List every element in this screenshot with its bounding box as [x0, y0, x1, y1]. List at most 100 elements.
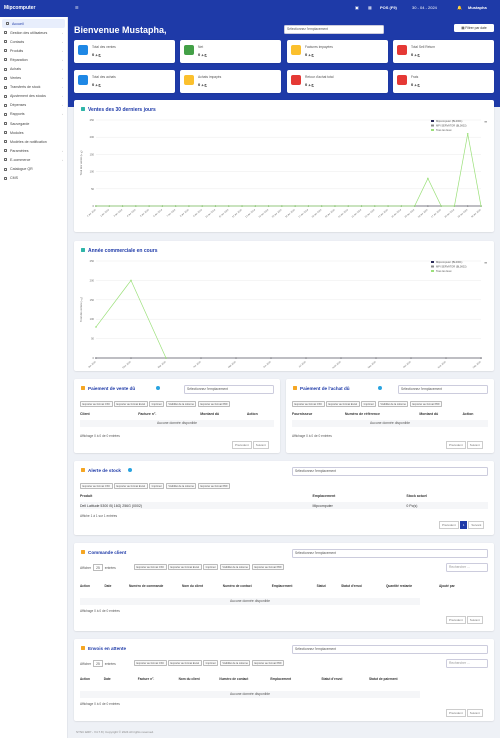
- sidebar-item[interactable]: Accueil: [2, 19, 65, 29]
- export-button[interactable]: Visibilité de la colonne: [219, 564, 251, 571]
- calculator-icon[interactable]: ▣: [355, 5, 359, 10]
- export-button[interactable]: Exporter au format CSV: [134, 660, 167, 667]
- stock-location-select[interactable]: Sélectionnez l'emplacement: [292, 467, 488, 476]
- sidebar-item[interactable]: CMS: [0, 174, 67, 183]
- brand-name[interactable]: Mipcomputer: [4, 5, 35, 11]
- column-header[interactable]: Montant dû: [200, 412, 247, 416]
- export-button[interactable]: Exporter au format PDF: [197, 401, 231, 408]
- column-header[interactable]: Facture n°.: [138, 412, 200, 416]
- sidebar-item[interactable]: E-commerce ›: [0, 155, 67, 164]
- next-page-button[interactable]: Suivant: [466, 709, 483, 717]
- next-page-button[interactable]: Suivant: [466, 441, 483, 449]
- column-header[interactable]: Nom du client: [182, 584, 223, 588]
- sidebar-item[interactable]: Achats ›: [0, 64, 67, 73]
- sidebar-item[interactable]: Ventes ›: [0, 74, 67, 83]
- sidebar-item[interactable]: Gestion des utilisateurs ›: [0, 28, 67, 37]
- previous-page-button[interactable]: Précédent: [439, 521, 459, 529]
- column-header[interactable]: Numéro de contact: [219, 677, 270, 681]
- page-length-select[interactable]: 25: [93, 660, 103, 667]
- date-filter-button[interactable]: ▦ Filtrer par date: [454, 24, 494, 32]
- column-header[interactable]: Nom du client: [179, 677, 220, 681]
- notification-bell-icon[interactable]: 🔔: [457, 5, 462, 10]
- export-button[interactable]: Exporter au format Excel: [114, 401, 148, 408]
- page-1-button[interactable]: 1: [459, 521, 468, 529]
- column-header[interactable]: Ajouté par: [439, 584, 488, 588]
- sidebar-item[interactable]: Réparation ›: [0, 55, 67, 64]
- column-header[interactable]: Produit: [80, 494, 313, 498]
- column-header[interactable]: Action: [80, 584, 104, 588]
- export-button[interactable]: Imprimer: [203, 564, 219, 571]
- column-header[interactable]: Quantité restante: [386, 584, 439, 588]
- shipments-search-input[interactable]: Rechercher ...: [446, 659, 488, 668]
- column-header[interactable]: Numéro de contact: [223, 584, 272, 588]
- export-button[interactable]: Exporter au format PDF: [409, 401, 443, 408]
- previous-page-button[interactable]: Précédent: [446, 709, 466, 717]
- column-header[interactable]: Client: [80, 412, 138, 416]
- column-header[interactable]: Date: [104, 677, 138, 681]
- orders-search-input[interactable]: Rechercher ...: [446, 563, 488, 572]
- sidebar-item[interactable]: Paramètres ›: [0, 146, 67, 155]
- column-header[interactable]: Statut: [317, 584, 341, 588]
- column-header[interactable]: Statut d'envoi: [341, 584, 386, 588]
- orders-location-select[interactable]: Sélectionnez l'emplacement: [292, 549, 488, 558]
- export-button[interactable]: Exporter au format Excel: [326, 401, 360, 408]
- column-header[interactable]: Action: [462, 412, 487, 416]
- pos-icon[interactable]: ▦: [368, 5, 372, 10]
- sidebar-item[interactable]: Rapports ›: [0, 110, 67, 119]
- export-button[interactable]: Imprimer: [361, 401, 377, 408]
- next-page-button[interactable]: Suivant: [468, 521, 485, 529]
- column-header[interactable]: Emplacement: [270, 677, 321, 681]
- export-button[interactable]: Imprimer: [149, 483, 165, 490]
- export-button[interactable]: Visibilité de la colonne: [165, 401, 197, 408]
- column-header[interactable]: Facture n°.: [138, 677, 179, 681]
- column-header[interactable]: Statut d'envoi: [321, 677, 369, 681]
- column-header[interactable]: Action: [247, 412, 274, 416]
- column-header[interactable]: Numéro de référence: [345, 412, 419, 416]
- export-button[interactable]: Exporter au format PDF: [251, 660, 285, 667]
- column-header[interactable]: Numéro de commande: [129, 584, 182, 588]
- user-menu[interactable]: Mustapha: [468, 5, 487, 10]
- export-button[interactable]: Visibilité de la colonne: [377, 401, 409, 408]
- column-header[interactable]: Emplacement: [313, 494, 407, 498]
- previous-page-button[interactable]: Précédent: [232, 441, 252, 449]
- export-button[interactable]: Exporter au format Excel: [168, 564, 202, 571]
- column-header[interactable]: Action: [80, 677, 104, 681]
- previous-page-button[interactable]: Précédent: [446, 441, 466, 449]
- sidebar-item[interactable]: Produits ›: [0, 46, 67, 55]
- export-button[interactable]: Imprimer: [203, 660, 219, 667]
- sidebar-item[interactable]: Dépenses ›: [0, 101, 67, 110]
- page-length-select[interactable]: 25: [93, 564, 103, 571]
- sidebar-item[interactable]: Ajustement des stocks ›: [0, 92, 67, 101]
- pos-button[interactable]: POS (F9): [380, 5, 397, 10]
- sidebar-item[interactable]: Catalogue QR: [0, 165, 67, 174]
- sidebar-item[interactable]: Modèles de notification: [0, 137, 67, 146]
- column-header[interactable]: Emplacement: [272, 584, 317, 588]
- shipments-location-select[interactable]: Sélectionnez l'emplacement: [292, 645, 488, 654]
- sidebar-item[interactable]: Transferts de stock ›: [0, 83, 67, 92]
- purchase-due-location-select[interactable]: Sélectionnez l'emplacement: [398, 385, 488, 394]
- column-header[interactable]: Fournisseur: [292, 412, 345, 416]
- export-button[interactable]: Exporter au format CSV: [80, 483, 113, 490]
- sidebar-item[interactable]: Sauvegarde: [0, 119, 67, 128]
- export-button[interactable]: Exporter au format Excel: [168, 660, 202, 667]
- sales-due-location-select[interactable]: Sélectionnez l'emplacement: [184, 385, 274, 394]
- next-page-button[interactable]: Suivant: [466, 616, 483, 624]
- export-button[interactable]: Exporter au format CSV: [292, 401, 325, 408]
- export-button[interactable]: Exporter au format PDF: [251, 564, 285, 571]
- export-button[interactable]: Visibilité de la colonne: [165, 483, 197, 490]
- export-button[interactable]: Exporter au format PDF: [197, 483, 231, 490]
- export-button[interactable]: Visibilité de la colonne: [219, 660, 251, 667]
- sidebar-item[interactable]: Modules: [0, 128, 67, 137]
- column-header[interactable]: Stock actuel: [406, 494, 488, 498]
- export-button[interactable]: Exporter au format Excel: [114, 483, 148, 490]
- export-button[interactable]: Exporter au format CSV: [134, 564, 167, 571]
- menu-toggle-icon[interactable]: ☰: [75, 5, 79, 10]
- location-select[interactable]: Sélectionnez l'emplacement: [284, 25, 384, 34]
- column-header[interactable]: Montant dû: [419, 412, 462, 416]
- next-page-button[interactable]: Suivant: [252, 441, 269, 449]
- export-button[interactable]: Exporter au format CSV: [80, 401, 113, 408]
- previous-page-button[interactable]: Précédent: [446, 616, 466, 624]
- sidebar-item[interactable]: Contacts ›: [0, 37, 67, 46]
- column-header[interactable]: Date: [104, 584, 128, 588]
- export-button[interactable]: Imprimer: [149, 401, 165, 408]
